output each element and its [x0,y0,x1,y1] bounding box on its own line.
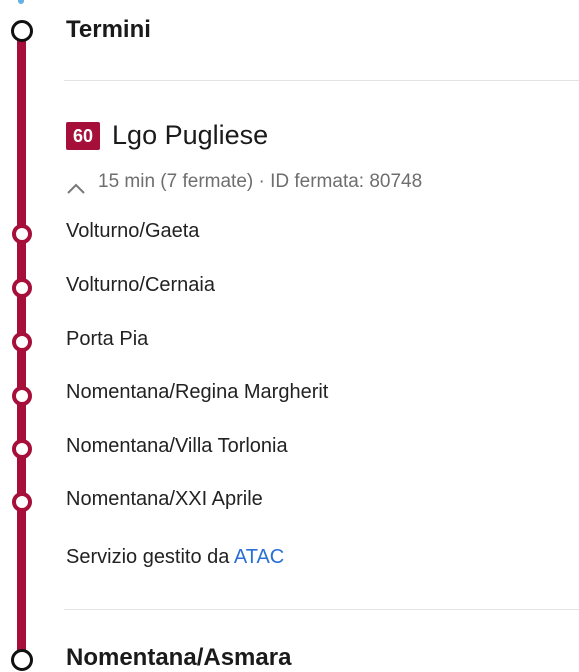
operator-link[interactable]: ATAC [234,546,284,568]
stop-icon [12,386,32,406]
stop-name[interactable]: Nomentana/XXI Aprile [66,488,263,511]
stop-icon [12,439,32,459]
stop-icon [12,278,32,298]
operator-info: Servizio gestito da ATAC [66,546,284,569]
top-connector-dot [18,0,24,4]
stop-name[interactable]: Nomentana/Villa Torlonia [66,435,288,458]
stop-name[interactable]: Volturno/Cernaia [66,274,215,297]
divider [64,80,579,81]
operator-prefix: Servizio gestito da [66,546,234,568]
line-destination: Lgo Pugliese [112,120,269,150]
stop-icon [12,492,32,512]
trip-info: 15 min (7 fermate) · ID fermata: 80748 [98,171,423,192]
stop-icon [12,332,32,352]
stop-icon [12,224,32,244]
divider [64,609,579,610]
stop-name[interactable]: Porta Pia [66,328,148,351]
origin-stop-icon [11,20,33,42]
origin-stop-name[interactable]: Termini [66,16,151,44]
stop-name[interactable]: Nomentana/Regina Margherit [66,381,328,404]
chevron-up-icon[interactable] [66,182,86,194]
stop-name[interactable]: Volturno/Gaeta [66,220,199,243]
line-number-badge: 60 [66,121,101,150]
destination-stop-name[interactable]: Nomentana/Asmara [66,644,291,672]
line-header[interactable]: 60 Lgo Pugliese [66,120,268,151]
destination-stop-icon [11,649,33,671]
